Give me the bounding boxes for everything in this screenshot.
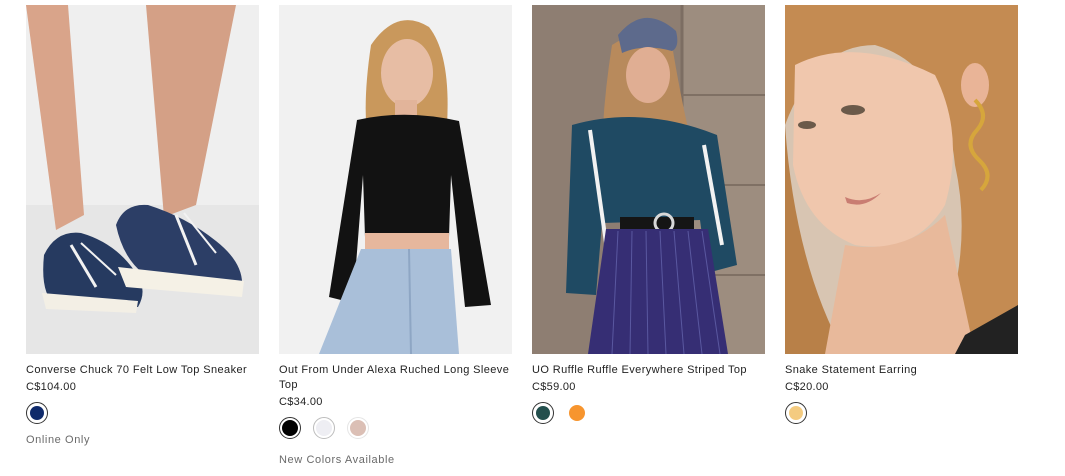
swatch-blush[interactable] [347, 417, 369, 439]
product-title[interactable]: Converse Chuck 70 Felt Low Top Sneaker [26, 363, 259, 378]
swatch-orange[interactable] [566, 402, 588, 424]
swatch-gold[interactable] [785, 402, 807, 424]
product-price: C$59.00 [532, 381, 576, 393]
sneaker-photo [26, 5, 259, 354]
snake-earring-photo [785, 5, 1018, 354]
swatch-navy[interactable] [26, 402, 48, 424]
swatch-color [569, 405, 585, 421]
swatch-white[interactable] [313, 417, 335, 439]
availability-note: Online Only [26, 434, 91, 446]
availability-note: New Colors Available [279, 454, 395, 466]
product-card: Out From Under Alexa Ruched Long Sleeve … [279, 5, 512, 466]
swatch-black[interactable] [279, 417, 301, 439]
product-title[interactable]: UO Ruffle Ruffle Everywhere Striped Top [532, 363, 765, 378]
product-card: UO Ruffle Ruffle Everywhere Striped Top … [532, 5, 765, 434]
swatch-teal[interactable] [532, 402, 554, 424]
product-title[interactable]: Out From Under Alexa Ruched Long Sleeve … [279, 363, 512, 393]
product-image-ruched-top[interactable] [279, 5, 512, 354]
color-swatches [26, 402, 259, 426]
color-swatches [279, 417, 512, 441]
swatch-color [350, 420, 366, 436]
product-price: C$20.00 [785, 381, 829, 393]
product-image-ruffle-top[interactable] [532, 5, 765, 354]
color-swatches [532, 402, 765, 426]
product-card: Converse Chuck 70 Felt Low Top Sneaker C… [26, 5, 259, 446]
product-price: C$104.00 [26, 381, 77, 393]
ruffle-top-photo [532, 5, 765, 354]
ruched-top-photo [279, 5, 512, 354]
swatch-color [789, 406, 803, 420]
product-card: Snake Statement Earring C$20.00 [785, 5, 1018, 434]
swatch-color [536, 406, 550, 420]
swatch-color [30, 406, 44, 420]
color-swatches [785, 402, 1018, 426]
product-image-snake-earring[interactable] [785, 5, 1018, 354]
product-image-sneaker[interactable] [26, 5, 259, 354]
swatch-color [316, 420, 332, 436]
product-price: C$34.00 [279, 396, 323, 408]
product-title[interactable]: Snake Statement Earring [785, 363, 1018, 378]
swatch-color [282, 420, 298, 436]
product-grid: Converse Chuck 70 Felt Low Top Sneaker C… [26, 5, 1018, 471]
